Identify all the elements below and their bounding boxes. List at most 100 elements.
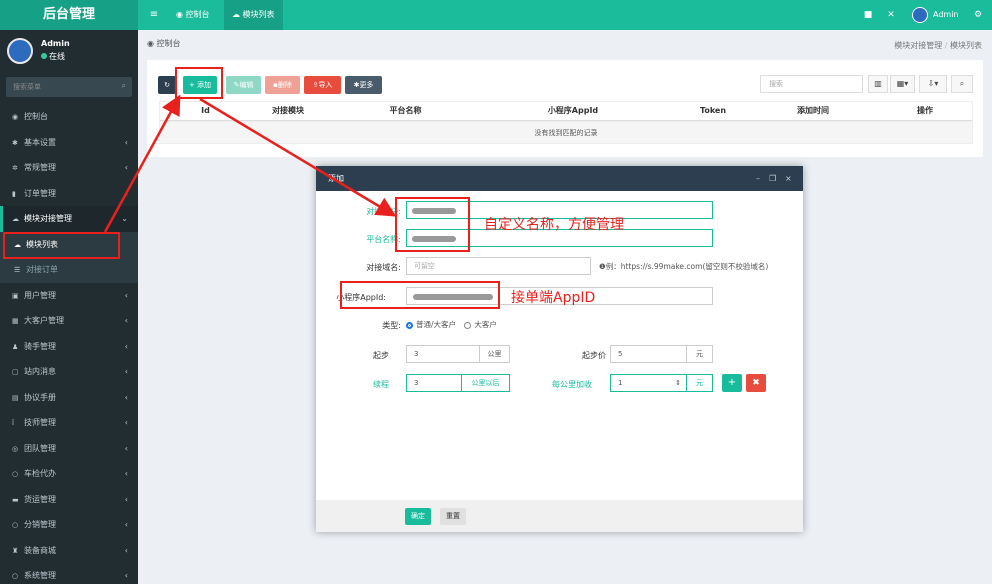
plus-icon: + xyxy=(727,377,737,388)
rider-icon: ♟ xyxy=(12,342,19,351)
maximize-icon[interactable]: ❐ xyxy=(769,166,776,191)
type-radio-group: 普通/大客户 大客户 xyxy=(406,319,497,330)
start-km-field[interactable]: 3 xyxy=(406,345,480,363)
refresh-button[interactable]: ↻ xyxy=(158,76,176,94)
export-button[interactable]: ⇩▾ xyxy=(919,75,947,93)
per-km-label: 每公里加收 xyxy=(552,380,592,389)
user-name: Admin xyxy=(41,39,70,48)
sidebar: Admin 在线 搜索菜单 ⌕ ◉ 控制台 ✱ 基本设置 ‹ ✲ 常规管理 ‹ ▮ 订单管理… xyxy=(0,30,138,584)
dashboard-icon: ◉ xyxy=(12,113,19,121)
online-status: 在线 xyxy=(41,51,65,62)
highlight-box-appid xyxy=(340,281,500,309)
highlight-box-module-list xyxy=(3,232,120,259)
gear-icon: ✱ xyxy=(12,138,18,147)
toggle-view-button[interactable]: ▥ xyxy=(868,75,888,93)
domain-field[interactable]: 可留空 xyxy=(406,257,591,275)
column-header[interactable]: 平台名称 xyxy=(343,102,468,120)
sidebar-item-teams[interactable]: ◎ 团队管理 ‹ xyxy=(0,436,138,462)
sidebar-item-general[interactable]: ✲ 常规管理 ‹ xyxy=(0,155,138,181)
sidebar-item-freight[interactable]: ▬ 货运管理 ‹ xyxy=(0,487,138,513)
annotation-custom-name: 自定义名称，方便管理 xyxy=(484,217,624,233)
stepper-icon[interactable]: ⇕ xyxy=(675,375,681,391)
reset-button[interactable]: 重置 xyxy=(440,508,466,525)
minimize-icon[interactable]: – xyxy=(756,166,760,191)
sidebar-search-input[interactable]: 搜索菜单 ⌕ xyxy=(6,77,132,97)
table-icon: ▥ xyxy=(874,79,882,88)
circle-icon: ○ xyxy=(12,521,19,529)
breadcrumb-item[interactable]: 模块对接管理 xyxy=(894,41,942,50)
start-km-unit: 公里 xyxy=(480,345,510,363)
chevron-down-icon: ⌄ xyxy=(121,214,128,223)
per-km-field[interactable]: 1 ⇕ xyxy=(610,374,687,392)
column-header[interactable]: Id xyxy=(178,102,233,120)
add-row-button[interactable]: + xyxy=(722,374,742,392)
tab-module-list[interactable]: ☁ 模块列表 xyxy=(224,0,283,30)
columns-button[interactable]: ▦▾ xyxy=(890,75,915,93)
column-header[interactable]: 小程序AppId xyxy=(468,102,678,120)
module-label: 对接模块: xyxy=(366,207,401,216)
sidebar-item-manual[interactable]: ▤ 协议手册 ‹ xyxy=(0,385,138,411)
list-icon: ☰ xyxy=(14,266,21,274)
delete-button[interactable]: ▪删除 xyxy=(265,76,300,94)
type-radio-vip[interactable]: 大客户 xyxy=(464,320,497,329)
import-button[interactable]: ⇪导入 xyxy=(304,76,341,94)
info-icon: ❶ xyxy=(599,262,606,271)
top-bar: 后台管理 ≡ ◉ 控制台 ☁ 模块列表 ■ ✕ Admin ⚙ xyxy=(0,0,992,30)
sidebar-item-module-orders[interactable]: ☰ 对接订单 xyxy=(0,257,138,283)
sidebar-item-shop[interactable]: ♜ 装备商城 ‹ xyxy=(0,538,138,564)
tab-dashboard[interactable]: ◉ 控制台 xyxy=(168,0,218,30)
building-icon: ▦ xyxy=(12,317,19,325)
app-logo[interactable]: 后台管理 xyxy=(0,0,138,30)
team-icon: ◎ xyxy=(12,444,19,453)
sidebar-item-system[interactable]: ○ 系统管理 ‹ xyxy=(0,563,138,584)
mileage-field[interactable]: 3 xyxy=(406,374,462,392)
chevron-left-icon: ‹ xyxy=(124,494,128,504)
highlight-box-add xyxy=(175,67,223,99)
advanced-search-button[interactable]: ⌕ xyxy=(951,75,973,93)
table-search-input[interactable]: 搜索 xyxy=(760,75,863,93)
search-icon[interactable]: ⌕ xyxy=(122,81,126,91)
menu-toggle-icon[interactable]: ≡ xyxy=(146,0,162,30)
domain-label: 对接域名: xyxy=(366,263,401,272)
sidebar-item-orders[interactable]: ▮ 订单管理 ‹ xyxy=(0,181,138,207)
chevron-left-icon: ‹ xyxy=(124,469,128,478)
start-price-field[interactable]: 5 xyxy=(610,345,687,363)
type-radio-normal[interactable]: 普通/大客户 xyxy=(406,320,456,329)
remove-row-button[interactable]: ✖ xyxy=(746,374,766,392)
fullscreen-icon[interactable]: ✕ xyxy=(883,0,899,30)
shop-icon: ♜ xyxy=(12,546,19,555)
start-price-unit: 元 xyxy=(687,345,713,363)
sidebar-item-riders[interactable]: ♟ 骑手管理 ‹ xyxy=(0,334,138,360)
user-menu[interactable]: Admin xyxy=(933,0,959,30)
trash-icon[interactable]: ■ xyxy=(860,0,876,30)
close-icon[interactable]: × xyxy=(785,166,792,191)
column-header[interactable]: 对接模块 xyxy=(233,102,343,120)
sidebar-item-distribution[interactable]: ○ 分销管理 ‹ xyxy=(0,512,138,538)
confirm-button[interactable]: 确定 xyxy=(405,508,431,525)
sidebar-item-vehicle[interactable]: ○ 车检代办 ‹ xyxy=(0,461,138,487)
highlight-box-name-fields xyxy=(395,197,470,252)
mileage-unit: 公里以后 xyxy=(462,374,510,392)
close-icon: ✖ xyxy=(752,378,760,388)
more-button[interactable]: ✱更多 xyxy=(345,76,382,94)
sidebar-item-vip[interactable]: ▦ 大客户管理 ‹ xyxy=(0,308,138,334)
column-header[interactable]: Token xyxy=(678,102,748,120)
chevron-left-icon: ‹ xyxy=(124,188,128,198)
settings-icon[interactable]: ⚙ xyxy=(970,0,986,30)
dialog-header: 添加 – ❐ × xyxy=(316,166,803,191)
column-header[interactable]: 添加时间 xyxy=(748,102,878,120)
edit-button[interactable]: ✎编辑 xyxy=(226,76,261,94)
breadcrumb: 模块对接管理 / 模块列表 xyxy=(894,41,982,50)
sidebar-item-messages[interactable]: ▢ 站内消息 ‹ xyxy=(0,359,138,385)
sidebar-item-module-management[interactable]: ☁ 模块对接管理 ⌄ xyxy=(0,206,138,232)
chevron-left-icon: ‹ xyxy=(124,137,128,147)
type-label: 类型: xyxy=(382,321,401,330)
chevron-left-icon: ‹ xyxy=(124,520,128,529)
sidebar-item-technicians[interactable]: ǐ 技师管理 ‹ xyxy=(0,410,138,436)
sidebar-item-users[interactable]: ▣ 用户管理 ‹ xyxy=(0,283,138,309)
user-avatar[interactable] xyxy=(912,7,928,23)
columns-icon: ▦▾ xyxy=(896,79,909,88)
wrench-icon: ǐ xyxy=(12,419,14,427)
sidebar-item-dashboard[interactable]: ◉ 控制台 xyxy=(0,104,138,130)
sidebar-item-basic-settings[interactable]: ✱ 基本设置 ‹ xyxy=(0,130,138,156)
